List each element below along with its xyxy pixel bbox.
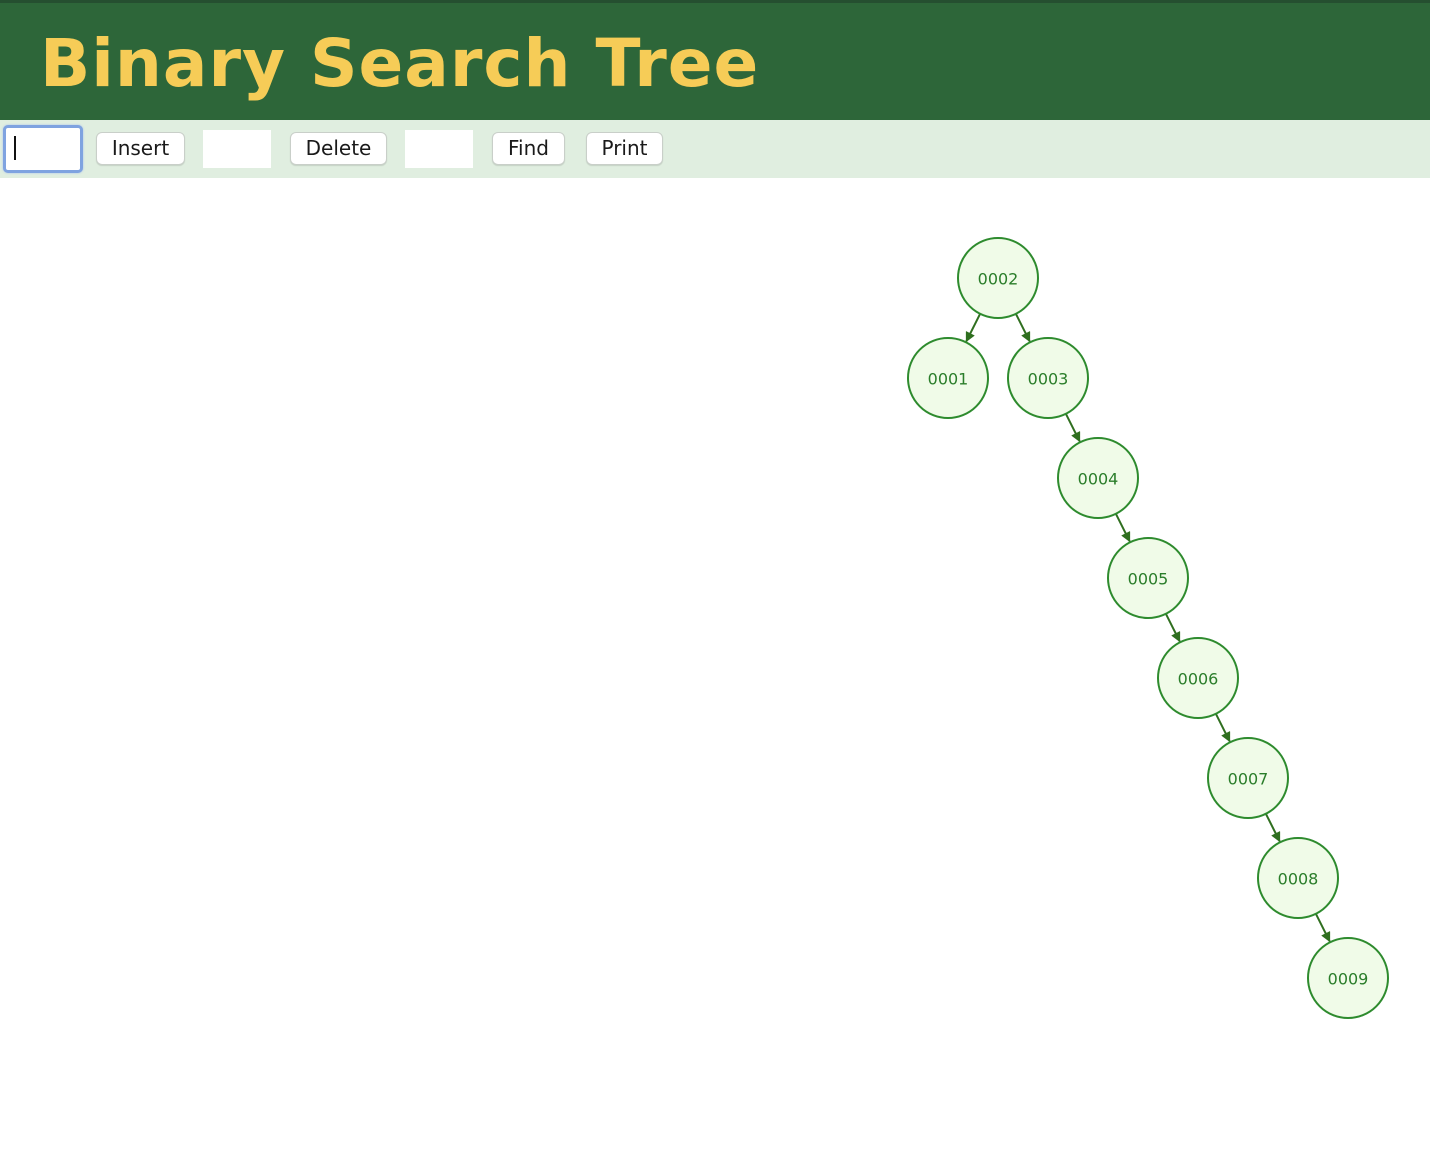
tree-node-label: 0009 [1328,970,1369,989]
tree-node: 0006 [1157,637,1239,719]
tree-canvas: 0002 0001 0003 0004 0005 0006 0007 0008 0009 [0,178,1430,1146]
tree-node: 0007 [1207,737,1289,819]
tree-edge [1064,413,1081,443]
tree-node-label: 0007 [1228,770,1269,789]
delete-value-input[interactable] [203,130,271,168]
tree-edge [1214,713,1231,743]
tree-node-label: 0005 [1128,570,1169,589]
toolbar: Insert Delete Find Print [0,120,1430,178]
tree-node: 0001 [907,337,989,419]
tree-node: 0002 [957,237,1039,319]
tree-node: 0005 [1107,537,1189,619]
text-caret [14,136,16,160]
tree-node-label: 0006 [1178,670,1219,689]
find-value-input[interactable] [405,130,473,168]
tree-node: 0004 [1057,437,1139,519]
tree-node-label: 0003 [1028,370,1069,389]
find-button[interactable]: Find [492,132,565,165]
tree-edge [1014,313,1031,343]
tree-node-label: 0002 [978,270,1019,289]
delete-button[interactable]: Delete [290,132,387,165]
page-title: Binary Search Tree [40,25,760,102]
insert-button[interactable]: Insert [96,132,185,165]
tree-edge [1164,613,1181,643]
tree-node-label: 0008 [1278,870,1319,889]
tree-node-label: 0001 [928,370,969,389]
tree-edge [1314,913,1331,943]
tree-node: 0009 [1307,937,1389,1019]
tree-edge [1114,513,1131,543]
tree-edge [965,313,982,343]
tree-node: 0008 [1257,837,1339,919]
tree-node-label: 0004 [1078,470,1119,489]
print-button[interactable]: Print [586,132,663,165]
tree-diagram: 0002 0001 0003 0004 0005 0006 0007 0008 0009 [907,237,1389,1019]
tree-node: 0003 [1007,337,1089,419]
app-header: Binary Search Tree [0,0,1430,120]
tree-edge [1264,813,1281,843]
